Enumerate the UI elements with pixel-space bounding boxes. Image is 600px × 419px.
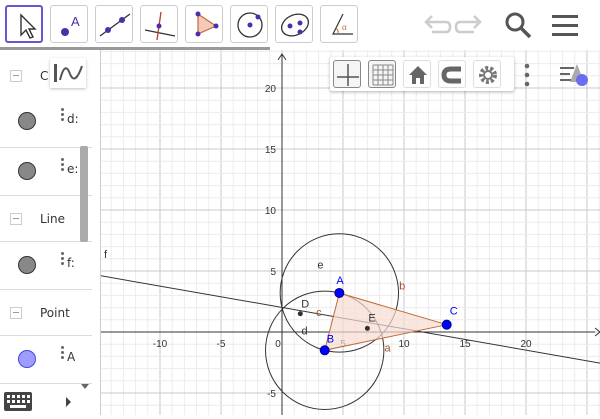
drag-handle-icon[interactable] <box>61 108 64 126</box>
y-tick-label: 20 <box>265 84 277 95</box>
algebra-view-graph-icon <box>54 64 83 82</box>
point-B <box>319 345 330 356</box>
style-bar-icon[interactable] <box>558 60 592 90</box>
collapse-group-conics[interactable] <box>10 70 22 82</box>
visibility-toggle-e[interactable] <box>18 162 36 180</box>
item-label-A: A <box>67 350 76 364</box>
collapse-group-point[interactable] <box>10 307 22 319</box>
algebra-view: C d: e: Line f: Point A <box>0 50 101 415</box>
angle-tool-button[interactable]: α <box>320 5 358 43</box>
point-D <box>297 311 303 317</box>
graphics-settings-button[interactable] <box>473 60 501 88</box>
toggle-axes-button[interactable] <box>333 60 361 88</box>
conic-tool-button[interactable] <box>275 5 313 43</box>
point-label-B: B <box>327 333 334 345</box>
point-label-E: E <box>368 312 375 324</box>
x-tick-label: -10 <box>153 339 168 350</box>
scroll-down-icon[interactable] <box>80 383 90 391</box>
y-tick-label: 15 <box>265 145 277 156</box>
y-tick-label: 5 <box>270 267 276 278</box>
grid-icon <box>372 64 394 86</box>
main-toolbar: A α <box>0 0 600 50</box>
algebra-group-line: Line <box>0 196 92 242</box>
algebra-item-f[interactable]: f: <box>0 242 92 290</box>
segment-label-c: c <box>316 307 322 319</box>
point-capturing-button[interactable] <box>438 60 466 88</box>
point-label-A: A <box>336 275 344 287</box>
gear-icon <box>479 66 497 84</box>
move-tool-button[interactable] <box>5 5 43 43</box>
collapse-group-line[interactable] <box>10 213 22 225</box>
angle-icon: α <box>332 13 353 35</box>
visibility-toggle-A[interactable] <box>18 350 36 368</box>
line-tool-button[interactable] <box>95 5 133 43</box>
algebra-scrollbar[interactable] <box>80 146 88 242</box>
algebra-style-button[interactable] <box>50 58 86 88</box>
item-label-e: e: <box>67 162 79 176</box>
segment-label-b: b <box>399 280 405 292</box>
item-label-f: f: <box>67 256 75 270</box>
algebra-group-point: Point <box>0 290 92 336</box>
circle-icon <box>237 12 263 38</box>
drag-handle-icon[interactable] <box>61 252 64 270</box>
algebra-item-A[interactable]: A <box>0 336 92 384</box>
segment-label-a: a <box>384 343 391 355</box>
keyboard-toggle-button[interactable] <box>0 388 80 415</box>
line-through-points-icon <box>99 13 131 37</box>
drag-handle-icon[interactable] <box>61 158 64 176</box>
x-tick-label: 20 <box>520 339 532 350</box>
x-tick-label: -5 <box>217 339 226 350</box>
y-tick-label: 10 <box>265 206 277 217</box>
search-button[interactable] <box>500 8 536 44</box>
visibility-toggle-f[interactable] <box>18 256 36 274</box>
group-label-point: Point <box>40 306 70 320</box>
graphics-view[interactable]: -10-5051015202015105-5fedbcaABCDE <box>101 50 600 415</box>
menu-icon <box>552 15 578 36</box>
circle-tool-button[interactable] <box>230 5 268 43</box>
more-vert-icon[interactable] <box>521 62 533 88</box>
point-tool-button[interactable]: A <box>50 5 88 43</box>
polygon-icon <box>195 11 219 37</box>
drag-handle-icon[interactable] <box>61 346 64 364</box>
algebra-item-e[interactable]: e: <box>0 148 92 196</box>
x-tick-label: 10 <box>398 339 410 350</box>
standard-view-button[interactable] <box>403 60 431 88</box>
cursor-arrow-icon <box>20 13 37 39</box>
toggle-grid-button[interactable] <box>368 60 396 88</box>
point-label-D: D <box>301 299 309 311</box>
menu-button[interactable] <box>548 8 584 44</box>
point-icon: A <box>61 14 80 36</box>
graphics-style-bar <box>330 57 514 91</box>
circle-label-e: e <box>317 260 323 272</box>
item-label-d: d: <box>67 112 79 126</box>
angle-tool-glyph: α <box>342 22 347 32</box>
redo-button[interactable] <box>452 8 488 44</box>
algebra-header: C <box>0 50 100 100</box>
algebra-item-d[interactable]: d: <box>0 96 92 148</box>
group-label-line: Line <box>40 212 66 226</box>
ellipse-icon <box>280 13 310 37</box>
perpendicular-line-icon <box>144 11 176 41</box>
redo-icon <box>454 15 482 34</box>
point-C <box>441 319 452 330</box>
circle-label-d: d <box>302 325 308 337</box>
point-A <box>334 287 345 298</box>
keyboard-icon <box>4 392 71 411</box>
axes-icon <box>337 64 359 86</box>
undo-button[interactable] <box>418 8 454 44</box>
coordinate-plane[interactable]: -10-5051015202015105-5fedbcaABCDE <box>101 50 600 415</box>
perpendicular-line-tool-button[interactable] <box>140 5 178 43</box>
magnet-icon <box>441 66 461 84</box>
point-tool-glyph: A <box>71 14 80 29</box>
point-E <box>364 325 370 331</box>
x-tick-label: 0 <box>275 339 281 350</box>
polygon-tool-button[interactable] <box>185 5 223 43</box>
point-label-C: C <box>450 306 458 318</box>
home-icon <box>409 66 427 84</box>
search-icon <box>505 12 532 39</box>
y-tick-label: -5 <box>267 389 276 400</box>
undo-icon <box>424 15 452 34</box>
visibility-toggle-d[interactable] <box>18 112 36 130</box>
group-label-conics: C <box>40 69 49 83</box>
